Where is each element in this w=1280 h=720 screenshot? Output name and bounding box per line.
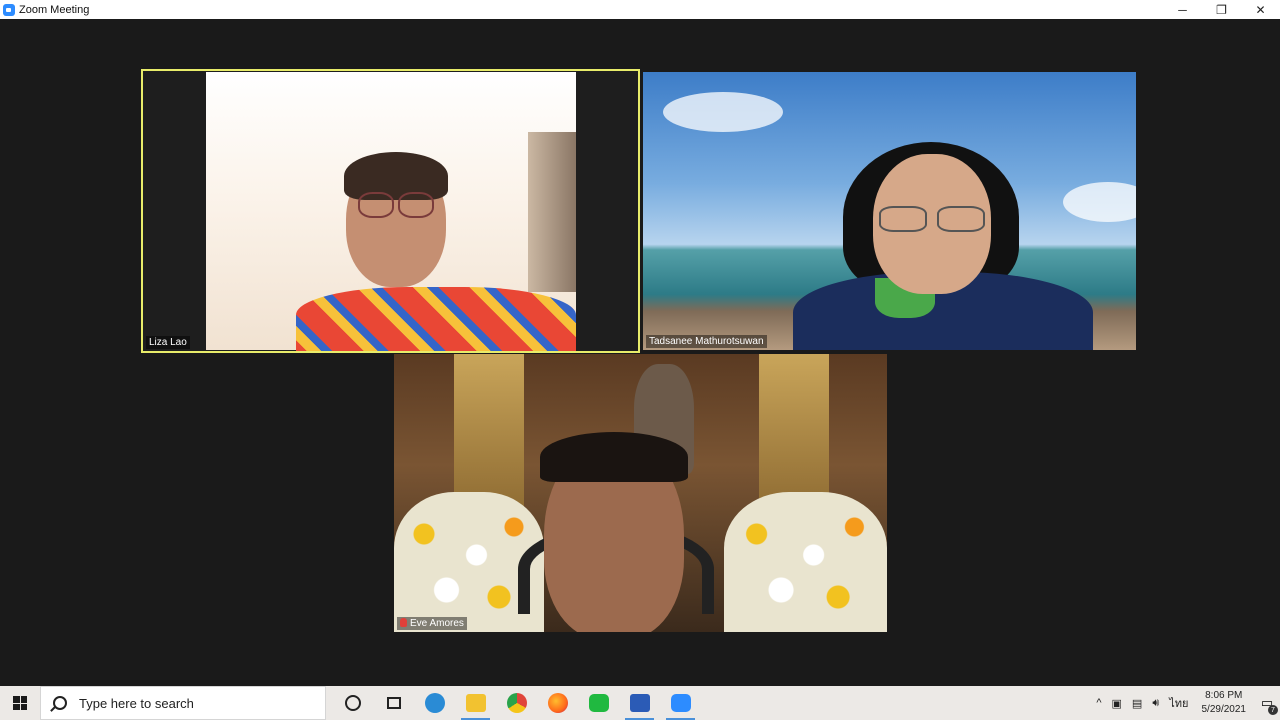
participant-hair bbox=[540, 432, 688, 482]
task-view-icon bbox=[386, 697, 401, 709]
edge-icon bbox=[424, 693, 445, 713]
video-tile-liza-lao[interactable]: Liza Lao bbox=[141, 69, 640, 353]
cortana-button[interactable] bbox=[332, 686, 373, 720]
mic-muted-icon bbox=[400, 618, 407, 627]
title-bar: Zoom Meeting ─ ❐ ✕ bbox=[0, 0, 1280, 19]
video-tile-tadsanee-mathurotsuwan[interactable]: Tadsanee Mathurotsuwan bbox=[643, 72, 1136, 350]
file-explorer-icon bbox=[465, 694, 486, 712]
taskbar-word[interactable] bbox=[619, 686, 660, 720]
minimize-button[interactable]: ─ bbox=[1163, 0, 1202, 19]
show-hidden-icons-button[interactable]: ^ bbox=[1091, 697, 1106, 709]
taskbar-firefox[interactable] bbox=[537, 686, 578, 720]
windows-logo-icon bbox=[13, 696, 27, 710]
participant-name-label: Eve Amores bbox=[397, 617, 467, 630]
meet-now-icon[interactable]: ▣ bbox=[1107, 697, 1127, 710]
search-icon bbox=[53, 696, 67, 710]
window-title: Zoom Meeting bbox=[19, 3, 90, 16]
cloud bbox=[663, 92, 783, 132]
chrome-icon bbox=[506, 693, 527, 713]
notification-count-badge: 7 bbox=[1268, 705, 1278, 715]
cortana-icon bbox=[344, 695, 361, 711]
firefox-icon bbox=[547, 693, 568, 713]
camera-icon[interactable]: ▤ bbox=[1127, 697, 1147, 710]
word-icon bbox=[629, 694, 650, 712]
restore-button[interactable]: ❐ bbox=[1202, 0, 1241, 19]
zoom-app-icon bbox=[3, 3, 15, 16]
start-button[interactable] bbox=[0, 686, 40, 720]
taskbar-line[interactable] bbox=[578, 686, 619, 720]
task-view-button[interactable] bbox=[373, 686, 414, 720]
window-controls: ─ ❐ ✕ bbox=[1163, 0, 1280, 19]
background-window bbox=[528, 132, 576, 292]
taskbar-apps bbox=[332, 686, 701, 720]
taskbar-edge[interactable] bbox=[414, 686, 455, 720]
input-language-indicator[interactable]: ไทย bbox=[1164, 694, 1193, 712]
action-center-button[interactable]: ▭ 7 bbox=[1254, 686, 1280, 720]
glasses bbox=[879, 206, 985, 232]
speaker-icon[interactable]: 🔊︎ bbox=[1147, 697, 1164, 710]
flower-arrangement bbox=[724, 492, 887, 632]
meeting-gallery: Liza Lao Tadsanee Mathurotsuwan Eve Amor… bbox=[0, 19, 1280, 686]
clock-time: 8:06 PM bbox=[1205, 690, 1243, 701]
windows-taskbar: Type here to search ^ ▣ ▤ 🔊︎ ไทย 8:06 PM… bbox=[0, 686, 1280, 720]
glasses bbox=[358, 192, 434, 218]
participant-name: Eve Amores bbox=[410, 618, 464, 629]
video-tile-eve-amores[interactable]: Eve Amores bbox=[394, 354, 887, 632]
taskbar-search[interactable]: Type here to search bbox=[40, 686, 326, 720]
participant-name-label: Liza Lao bbox=[146, 336, 190, 349]
participant-video bbox=[206, 72, 576, 351]
zoom-icon bbox=[670, 694, 691, 712]
search-placeholder: Type here to search bbox=[79, 695, 194, 711]
line-icon bbox=[588, 694, 609, 712]
clock[interactable]: 8:06 PM 5/29/2021 bbox=[1194, 689, 1255, 717]
taskbar-file-explorer[interactable] bbox=[455, 686, 496, 720]
participant-name-label: Tadsanee Mathurotsuwan bbox=[646, 335, 767, 348]
close-button[interactable]: ✕ bbox=[1241, 0, 1280, 19]
taskbar-zoom[interactable] bbox=[660, 686, 701, 720]
taskbar-chrome[interactable] bbox=[496, 686, 537, 720]
participant-shirt bbox=[296, 287, 576, 351]
system-tray: ^ ▣ ▤ 🔊︎ ไทย 8:06 PM 5/29/2021 ▭ 7 bbox=[1091, 686, 1280, 720]
cloud bbox=[1063, 182, 1136, 222]
clock-date: 5/29/2021 bbox=[1201, 704, 1247, 715]
